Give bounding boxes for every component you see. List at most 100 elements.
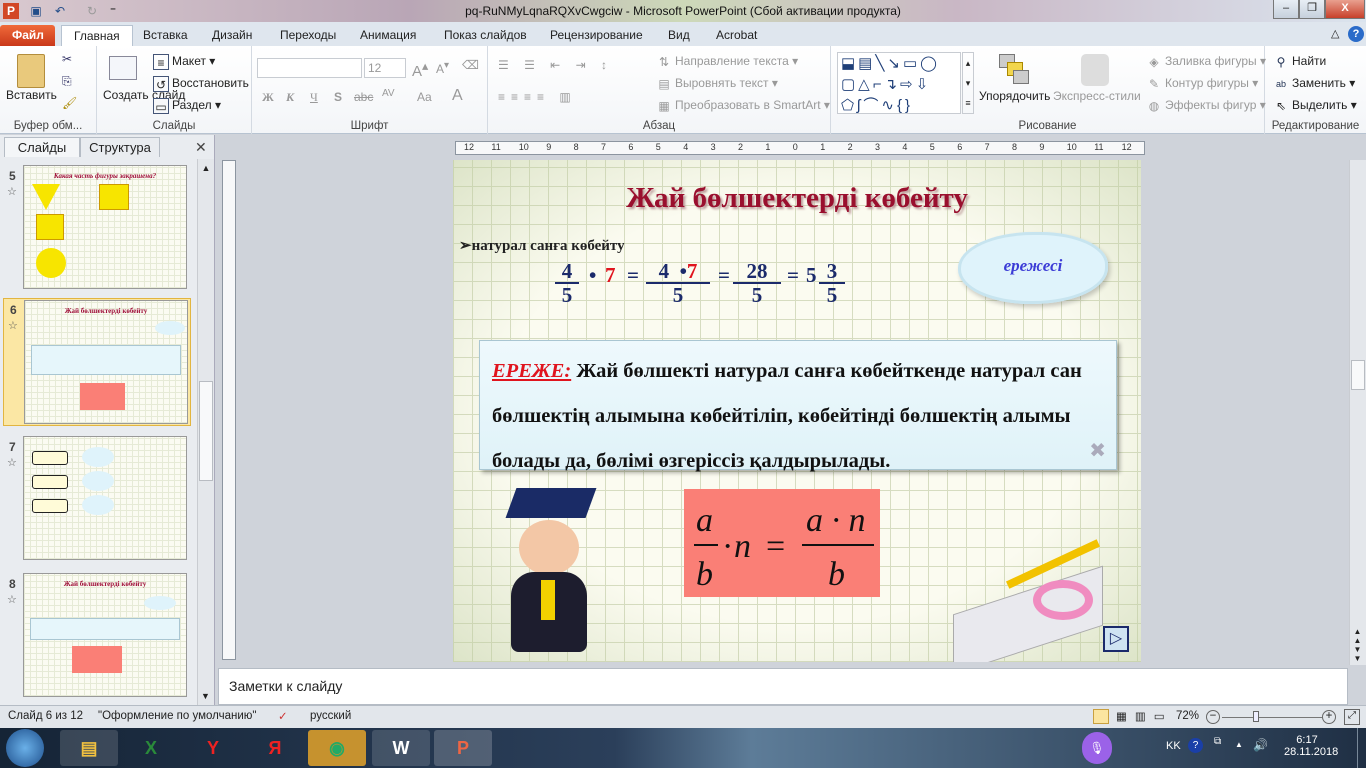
- select-button[interactable]: ⇖ Выделить ▾: [1273, 98, 1357, 114]
- tab-slides[interactable]: Слайды: [4, 137, 80, 157]
- font-size-select[interactable]: 12: [364, 58, 406, 78]
- strikethrough-button[interactable]: abc: [354, 90, 373, 104]
- volume-icon[interactable]: 🔊: [1253, 738, 1268, 752]
- new-slide-icon[interactable]: [109, 56, 137, 80]
- close-panel-icon[interactable]: ✕: [195, 139, 207, 156]
- show-desktop-button[interactable]: [1357, 728, 1366, 768]
- collapse-ribbon-icon[interactable]: △: [1331, 27, 1339, 40]
- list-buttons[interactable]: ☰ ☰ ⇤ ⇥ ↕: [498, 58, 613, 72]
- font-family-select[interactable]: [257, 58, 362, 78]
- slide-thumbnail-6[interactable]: 6 ☆ Жай бөлшектерді көбейту: [3, 298, 191, 426]
- change-case-button[interactable]: Aa: [417, 90, 432, 104]
- language-indicator[interactable]: русский: [310, 710, 351, 722]
- italic-button[interactable]: К: [286, 90, 294, 105]
- tab-acrobat[interactable]: Acrobat: [704, 25, 769, 46]
- tab-slideshow[interactable]: Показ слайдов: [432, 25, 539, 46]
- help-icon[interactable]: ?: [1348, 26, 1364, 42]
- close-x-icon[interactable]: ✖: [1089, 438, 1106, 463]
- paste-icon[interactable]: [17, 54, 45, 88]
- taskbar: ▤ X Y Я ◉ W P 🎙 KK ? ⧉ ▲ 🔊 6:17 28.11.201…: [0, 728, 1366, 768]
- reset-button[interactable]: ↺ Восстановить: [153, 76, 249, 92]
- vertical-ruler[interactable]: [222, 160, 236, 660]
- text-direction-button[interactable]: ⇅ Направление текста ▾: [656, 54, 798, 70]
- arrange-button[interactable]: Упорядочить: [979, 89, 1050, 103]
- slide-scrollbar-thumb[interactable]: [1351, 360, 1365, 390]
- align-text-button[interactable]: ▤ Выровнять текст ▾: [656, 76, 778, 92]
- alignment-buttons[interactable]: ≡≡≡≡ ▥: [498, 90, 577, 104]
- tab-review[interactable]: Рецензирование: [538, 25, 655, 46]
- taskbar-excel-icon[interactable]: X: [122, 730, 180, 766]
- fit-to-window-button[interactable]: ⤢: [1344, 709, 1360, 725]
- replace-button[interactable]: ab Заменить ▾: [1273, 76, 1355, 92]
- show-hidden-icons[interactable]: ▲: [1235, 740, 1243, 749]
- taskbar-explorer-icon[interactable]: ▤: [60, 730, 118, 766]
- slide-scrollbar[interactable]: ▲ ▲ ▼ ▼: [1349, 160, 1366, 665]
- clear-format-icon[interactable]: ⌫: [462, 58, 479, 72]
- shadow-button[interactable]: S: [334, 90, 342, 104]
- grow-font-icon[interactable]: A▴: [412, 58, 428, 80]
- maximize-button[interactable]: ❐: [1299, 0, 1325, 19]
- shapes-gallery[interactable]: ⬓▤╲↘▭◯ ▢△⌐↴⇨⇩ ⬠ʃ⌒∿{}: [837, 52, 961, 114]
- shapes-gallery-scroll[interactable]: ▴ ▾ ≡: [962, 52, 974, 114]
- tab-transitions[interactable]: Переходы: [268, 25, 348, 46]
- minimize-button[interactable]: –: [1273, 0, 1299, 19]
- zoom-slider[interactable]: [1222, 717, 1322, 718]
- taskbar-powerpoint-icon[interactable]: P: [434, 730, 492, 766]
- tab-insert[interactable]: Вставка: [131, 25, 200, 46]
- panel-scrollbar-thumb[interactable]: [199, 381, 213, 481]
- slide-thumbnail-8[interactable]: 8 ☆ Жай бөлшектерді көбейту: [0, 573, 200, 699]
- voice-assistant-icon[interactable]: 🎙: [1082, 732, 1112, 764]
- format-painter-icon[interactable]: 🖌: [62, 96, 77, 110]
- slide-thumbnail-5[interactable]: 5 ☆ Какая часть фигуры закрашена?: [0, 165, 200, 291]
- view-buttons[interactable]: ▦▥▭: [1116, 709, 1173, 723]
- section-button[interactable]: ▭ Раздел ▾: [153, 98, 221, 114]
- clock[interactable]: 6:17 28.11.2018: [1284, 734, 1338, 758]
- bold-button[interactable]: Ж: [262, 90, 274, 105]
- cut-icon[interactable]: ✂: [62, 52, 72, 66]
- copy-icon[interactable]: ⎘: [62, 74, 72, 89]
- notes-area[interactable]: Заметки к слайду: [218, 668, 1348, 705]
- taskbar-yandex-icon[interactable]: Я: [246, 730, 304, 766]
- close-button[interactable]: X: [1325, 0, 1365, 19]
- tab-outline[interactable]: Структура: [80, 137, 160, 157]
- paste-button[interactable]: Вставить: [6, 88, 57, 102]
- zoom-in-button[interactable]: +: [1322, 710, 1336, 724]
- quick-styles-icon[interactable]: [1081, 54, 1109, 86]
- horizontal-ruler[interactable]: 12 11 10 9 8 7 6 5 4 3 2 1 0 1 2 3 4 5 6 7 8 9 10 11 12: [455, 141, 1145, 155]
- taskbar-yandex-browser-icon[interactable]: Y: [184, 730, 242, 766]
- taskbar-chrome-icon[interactable]: ◉: [308, 730, 366, 766]
- language-indicator-tray[interactable]: KK: [1166, 740, 1181, 752]
- spellcheck-icon[interactable]: ✓: [278, 709, 288, 723]
- layout-button[interactable]: ≡ Макет ▾: [153, 54, 215, 70]
- next-slide-button[interactable]: ▷: [1103, 626, 1129, 652]
- normal-view-button[interactable]: [1093, 709, 1109, 724]
- find-button[interactable]: ⚲ Найти: [1273, 54, 1327, 70]
- character-spacing-button[interactable]: AV: [382, 88, 395, 99]
- smartart-button[interactable]: ▦ Преобразовать в SmartArt ▾: [656, 98, 830, 114]
- network-icon[interactable]: ⧉: [1214, 736, 1221, 747]
- tab-design[interactable]: Дизайн: [200, 25, 264, 46]
- zoom-out-button[interactable]: −: [1206, 710, 1220, 724]
- arrange-icon[interactable]: [999, 54, 1029, 84]
- start-button[interactable]: [6, 729, 44, 767]
- tab-animation[interactable]: Анимация: [348, 25, 428, 46]
- theme-name[interactable]: "Оформление по умолчанию": [98, 710, 256, 722]
- zoom-level[interactable]: 72%: [1176, 710, 1199, 722]
- shape-outline-button[interactable]: ✎ Контур фигуры ▾: [1146, 76, 1258, 92]
- zoom-slider-thumb[interactable]: [1253, 711, 1260, 722]
- shape-fill-button[interactable]: ◈ Заливка фигуры ▾: [1146, 54, 1266, 70]
- tray-help-icon[interactable]: ?: [1188, 738, 1203, 753]
- tab-file[interactable]: Файл: [0, 25, 55, 46]
- prev-next-slide-icons[interactable]: ▲ ▲ ▼ ▼: [1350, 627, 1365, 663]
- font-color-button[interactable]: A: [452, 87, 463, 105]
- slide-thumbnail-7[interactable]: 7 ☆: [0, 436, 200, 562]
- rule-cloud-button[interactable]: ережесі: [958, 232, 1108, 304]
- underline-button[interactable]: Ч: [310, 90, 318, 105]
- shape-effects-button[interactable]: ◍ Эффекты фигур ▾: [1146, 98, 1266, 114]
- taskbar-word-icon[interactable]: W: [372, 730, 430, 766]
- tab-view[interactable]: Вид: [656, 25, 702, 46]
- quick-styles-button[interactable]: Экспресс-стили: [1053, 89, 1141, 103]
- shrink-font-icon[interactable]: A▾: [436, 60, 449, 76]
- slide-canvas[interactable]: Жай бөлшектерді көбейту ➢натурал санға к…: [453, 160, 1141, 662]
- tab-home[interactable]: Главная: [61, 25, 133, 46]
